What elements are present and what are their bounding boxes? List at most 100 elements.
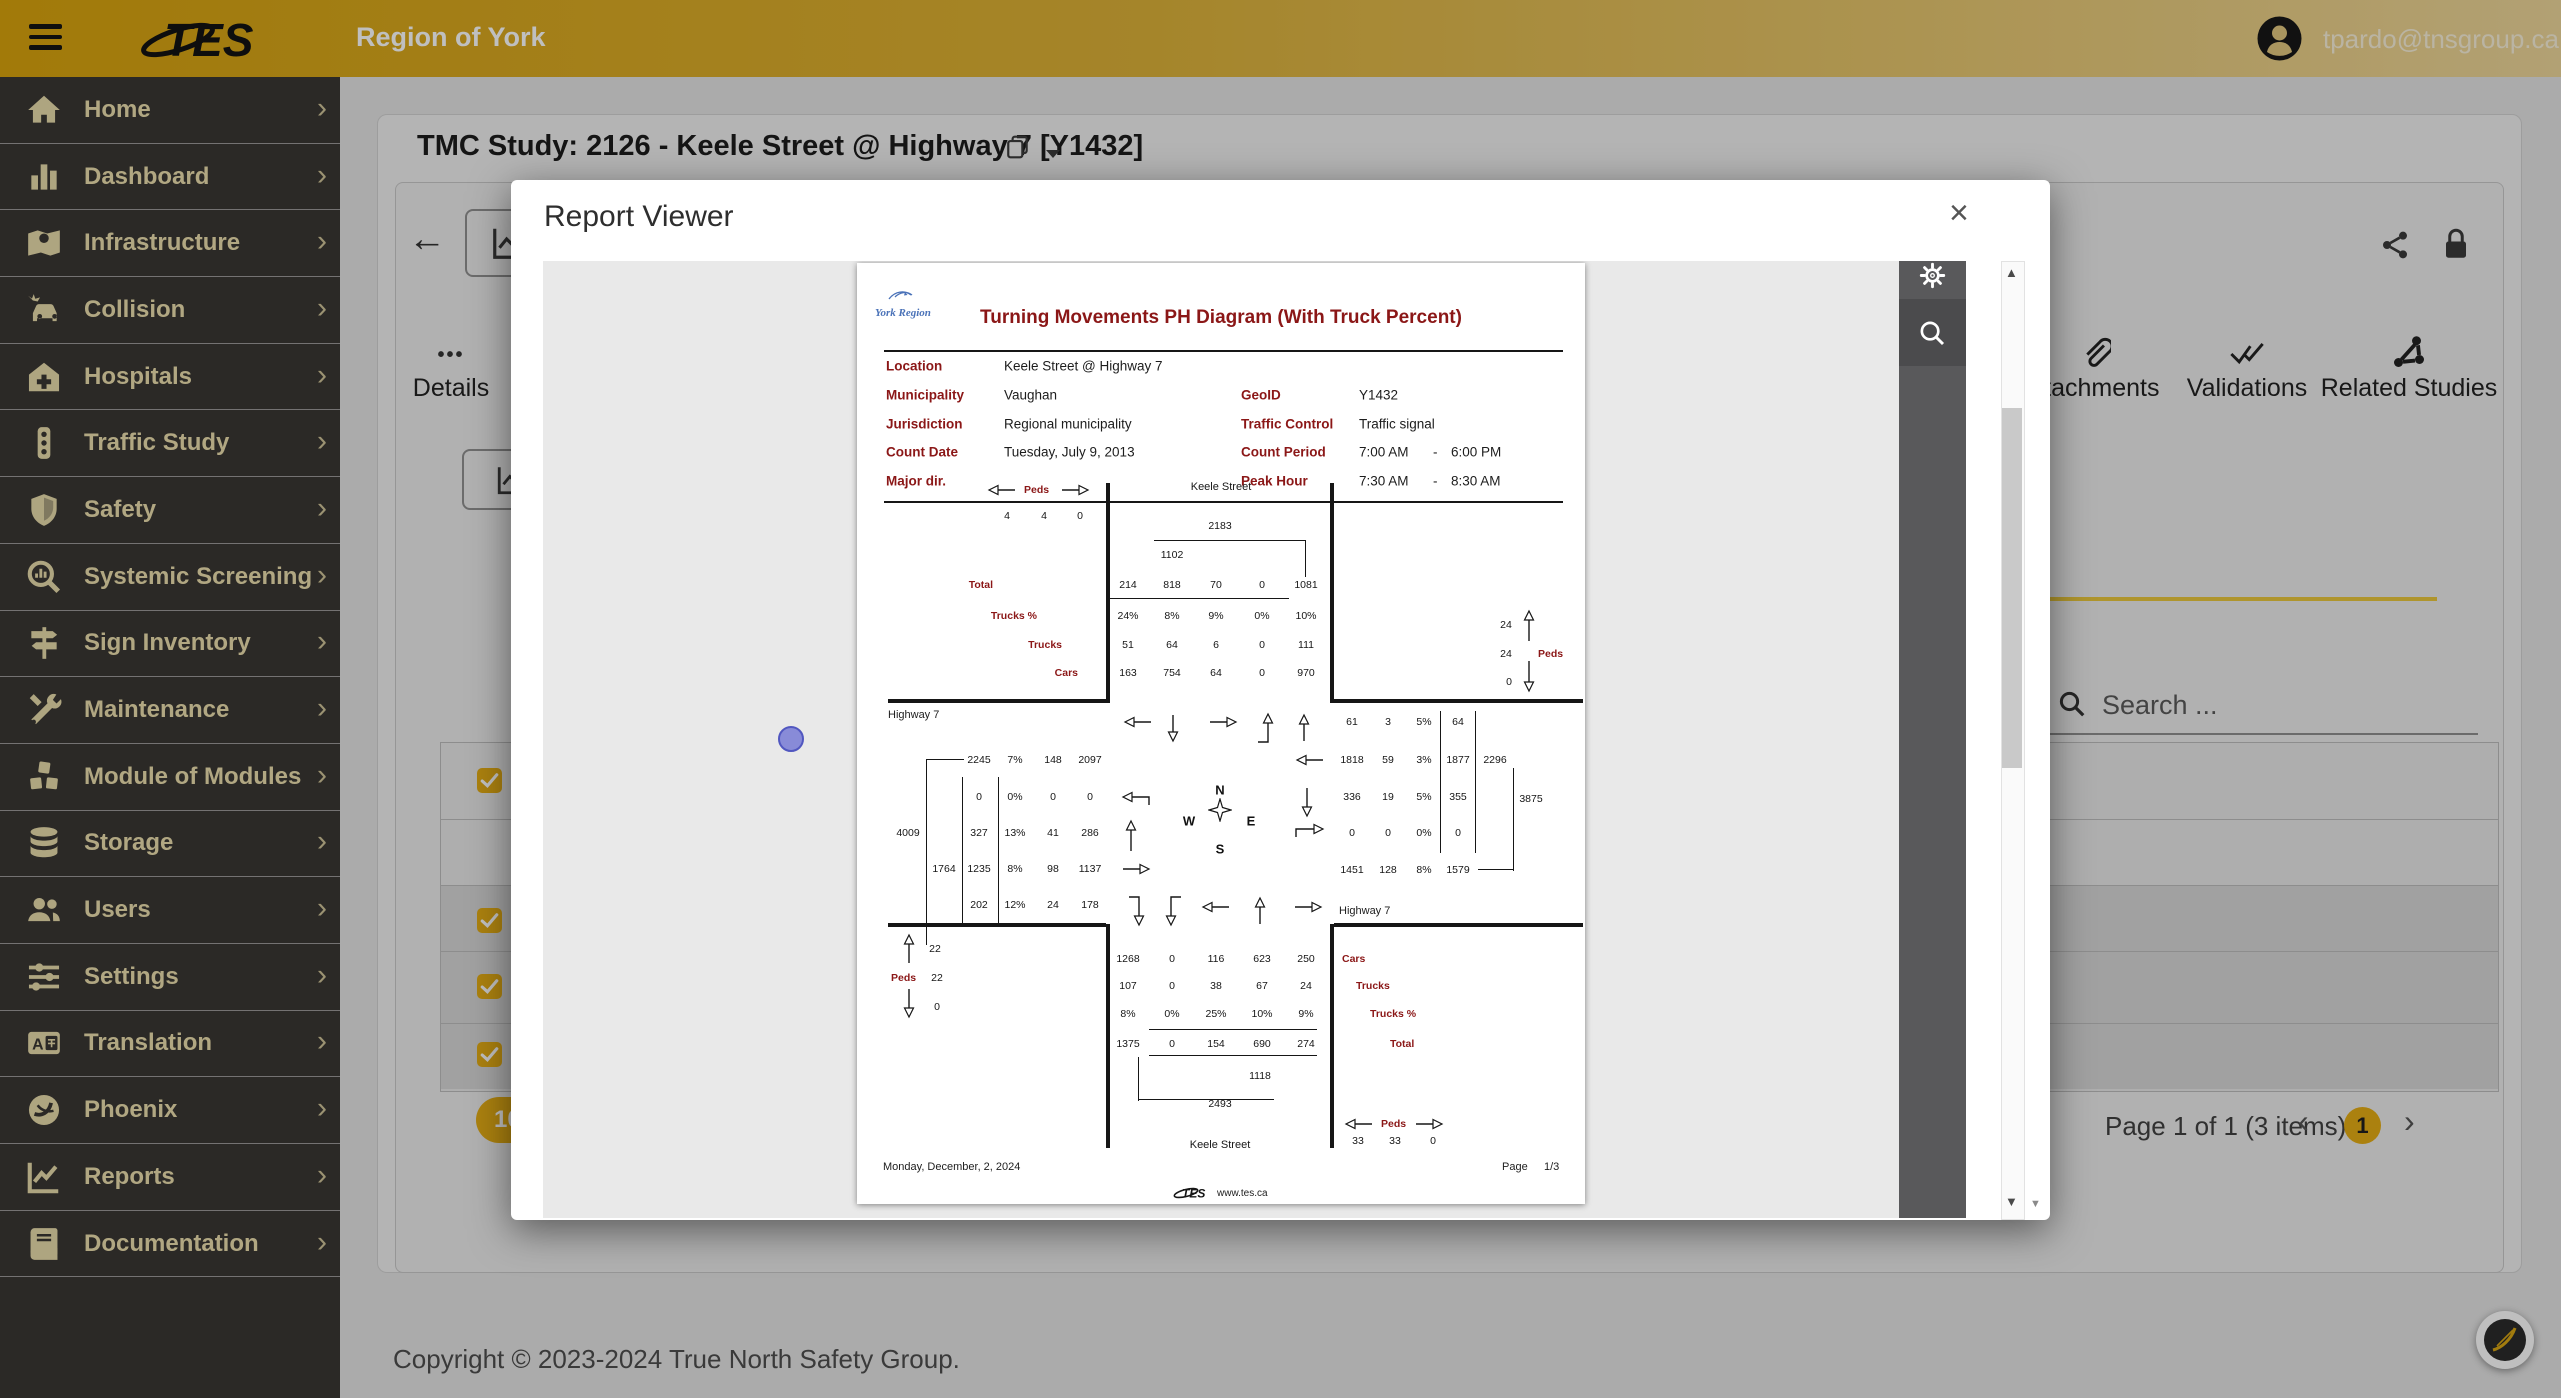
peds-west-arrow-icon: [987, 484, 1017, 496]
turn-arrow-icon: [1125, 819, 1137, 853]
count: 754: [1163, 667, 1181, 679]
report-page-label: Page: [1502, 1161, 1528, 1173]
compass-s: S: [1215, 841, 1225, 857]
count: 3875: [1519, 793, 1543, 805]
street-edge: [1106, 924, 1110, 1148]
peds-west-arrow-icon: [1344, 1118, 1374, 1130]
count: 61: [1346, 716, 1358, 728]
tes-footer-logo: TES: [1173, 1187, 1205, 1201]
count: 250: [1297, 953, 1315, 965]
count: 4009: [896, 827, 920, 839]
count: 0: [1385, 827, 1391, 839]
count: 64: [1452, 716, 1464, 728]
count: 64: [1166, 639, 1178, 651]
street-edge: [1334, 699, 1583, 703]
meta-label: Jurisdiction: [886, 416, 963, 432]
turn-arrow-icon: [1293, 823, 1325, 839]
count: 1818: [1340, 754, 1364, 766]
count: 214: [1119, 579, 1137, 591]
count: 154: [1207, 1038, 1225, 1050]
count: 2183: [1208, 520, 1232, 532]
count: 0: [934, 1001, 940, 1013]
scrollbar-thumb[interactable]: [2002, 408, 2022, 768]
count: 1764: [932, 863, 956, 875]
turn-arrow-icon: [1167, 713, 1179, 743]
modal-title: Report Viewer: [544, 200, 734, 233]
count: 8%: [1164, 610, 1180, 622]
turn-arrow-icon: [1121, 791, 1151, 807]
count: 5%: [1416, 716, 1432, 728]
meta-value: 6:00 PM: [1451, 444, 1502, 460]
count: 7%: [1007, 754, 1023, 766]
count: 623: [1253, 953, 1271, 965]
row-label: Trucks: [1356, 980, 1390, 992]
row-label: Cars: [1342, 953, 1366, 965]
meta-label: Location: [886, 358, 943, 374]
street-label: Highway 7: [888, 709, 940, 721]
count: 0%: [1254, 610, 1270, 622]
corner-caret-icon: ▼: [2030, 1198, 2041, 1210]
count: 22: [929, 943, 941, 955]
count: 0: [1169, 980, 1175, 992]
count: 116: [1207, 953, 1225, 965]
row-label: Total: [1390, 1038, 1415, 1050]
count: 19: [1382, 791, 1394, 803]
count: 107: [1119, 980, 1137, 992]
row-label: Trucks: [1028, 639, 1062, 651]
peds-north-arrow-icon: [1523, 609, 1535, 643]
street-edge: [1330, 924, 1334, 1148]
count: 163: [1119, 667, 1137, 679]
scroll-down-icon[interactable]: ▼: [2005, 1194, 2018, 1209]
count: 10%: [1251, 1008, 1273, 1020]
count: 10%: [1295, 610, 1317, 622]
count: 9%: [1298, 1008, 1314, 1020]
count: 2245: [967, 754, 991, 766]
scroll-up-icon[interactable]: ▲: [2005, 265, 2018, 280]
svg-text:TES: TES: [1182, 1187, 1205, 1201]
turn-arrow-icon: [1293, 901, 1323, 913]
count: 178: [1081, 899, 1099, 911]
peds-label: Peds: [1024, 484, 1050, 496]
turn-arrow-icon: [1298, 713, 1310, 743]
count: 818: [1163, 579, 1181, 591]
row-label: Trucks %: [990, 610, 1037, 622]
compass-w: W: [1182, 813, 1196, 829]
meta-label: Major dir.: [886, 473, 947, 489]
count: 1877: [1446, 754, 1470, 766]
gear-icon[interactable]: [1919, 262, 1946, 289]
count: 9%: [1208, 610, 1224, 622]
street-label: Keele Street: [1190, 481, 1252, 493]
peds-label: Peds: [1381, 1118, 1407, 1130]
compass-e: E: [1246, 813, 1256, 829]
meta-label: Traffic Control: [1241, 416, 1334, 432]
count: 0: [1430, 1135, 1436, 1147]
peds-label: Peds: [891, 972, 917, 984]
count: 148: [1044, 754, 1062, 766]
compass-star-icon: [1208, 798, 1232, 822]
count: 41: [1047, 827, 1059, 839]
count: 1235: [967, 863, 991, 875]
count: 6: [1213, 639, 1219, 651]
count: 2493: [1208, 1098, 1232, 1110]
report-url: www.tes.ca: [1217, 1188, 1268, 1199]
close-icon[interactable]: ×: [1949, 194, 1969, 233]
street-edge: [1330, 483, 1334, 703]
row-label: Cars: [1054, 667, 1078, 679]
count: 0: [1506, 676, 1512, 688]
meta-value: Traffic signal: [1359, 416, 1435, 432]
count: 690: [1253, 1038, 1271, 1050]
peds-south-arrow-icon: [903, 987, 915, 1019]
count: 111: [1298, 639, 1314, 651]
count: 8%: [1416, 864, 1432, 876]
viewer-search-icon[interactable]: [1918, 319, 1947, 348]
count: 0: [1050, 791, 1056, 803]
count: 24: [1047, 899, 1059, 911]
count: 38: [1210, 980, 1222, 992]
count: 4: [1041, 510, 1047, 522]
count: 3: [1385, 716, 1391, 728]
peds-label: Peds: [1538, 648, 1564, 660]
street-edge: [1106, 483, 1110, 703]
count: 1375: [1116, 1038, 1140, 1050]
peds-east-arrow-icon: [1414, 1118, 1444, 1130]
count: 0: [1169, 953, 1175, 965]
